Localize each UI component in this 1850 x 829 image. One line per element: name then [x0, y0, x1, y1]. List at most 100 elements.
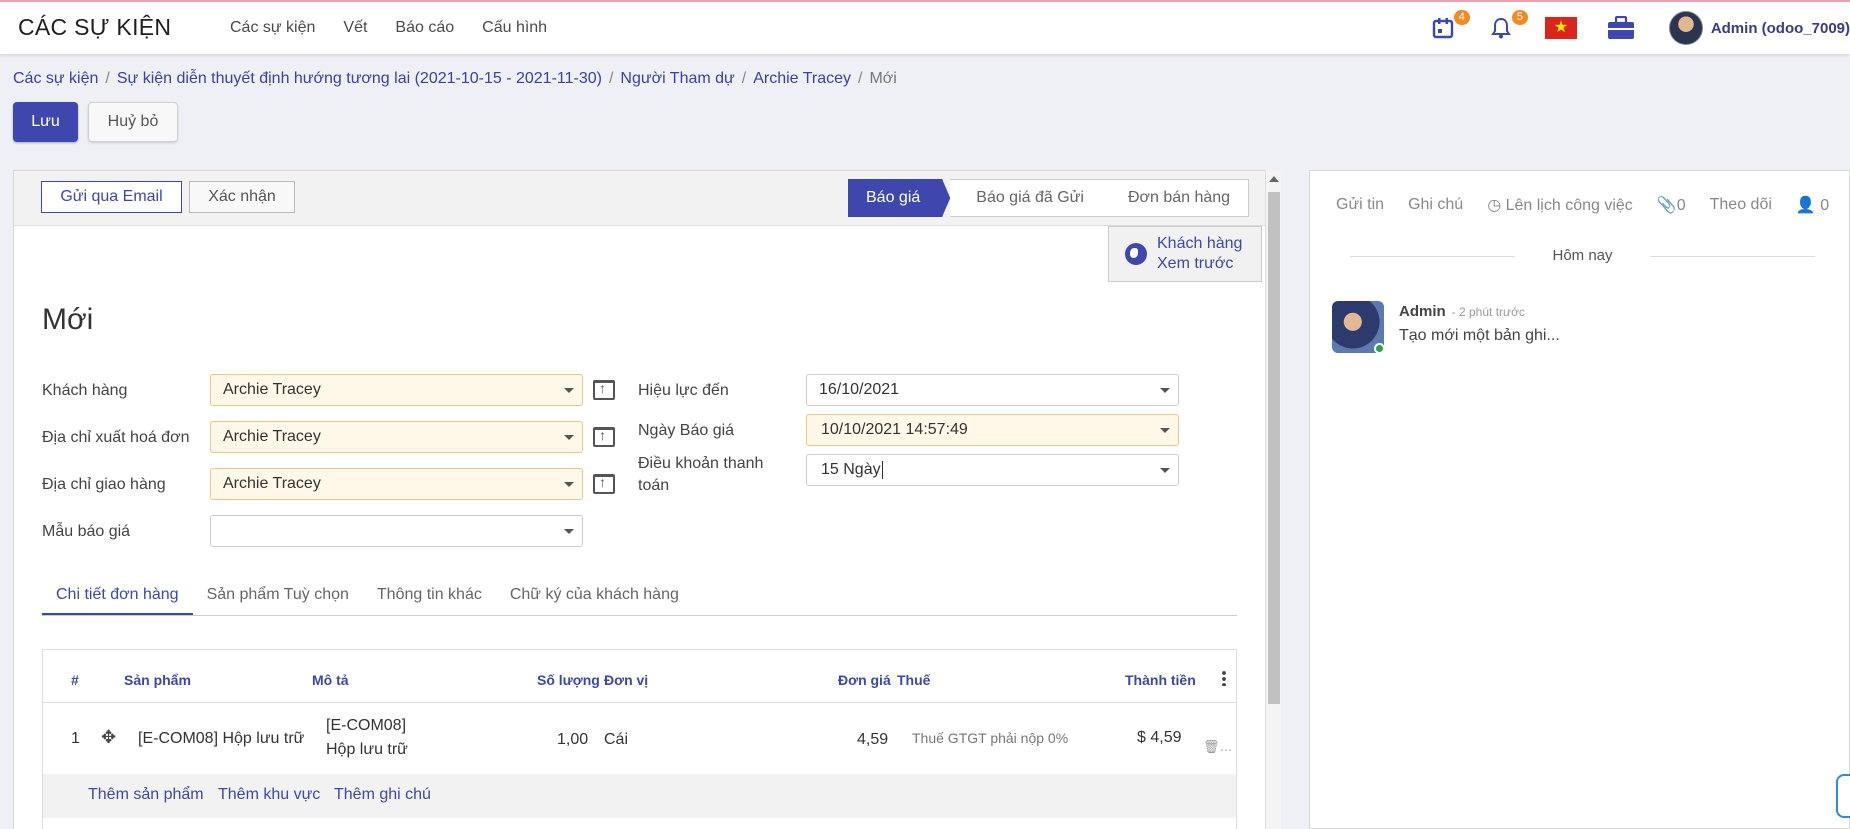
user-avatar — [1668, 11, 1703, 45]
delivery-address-input[interactable]: Archie Tracey — [210, 468, 583, 500]
breadcrumb-attendee[interactable]: Archie Tracey — [753, 70, 851, 87]
row-description-1[interactable]: [E-COM08] — [326, 714, 406, 738]
quotation-date-input[interactable]: 10/10/2021 14:57:49 — [806, 414, 1179, 446]
globe-icon — [1125, 243, 1147, 265]
schedule-activity-button[interactable]: ◷ Lên lịch công việc — [1487, 195, 1633, 215]
chevron-down-icon[interactable] — [564, 482, 574, 487]
chevron-down-icon[interactable] — [1160, 468, 1170, 473]
stage-sales-order[interactable]: Đơn bán hàng — [1101, 179, 1250, 217]
menu-reports[interactable]: Báo cáo — [395, 19, 454, 37]
form-sheet: Gửi qua Email Xác nhận Báo giá Báo giá đ… — [13, 170, 1281, 829]
message-body: Tạo mới một bản ghi... — [1399, 327, 1560, 344]
author-name[interactable]: Admin — [1399, 303, 1446, 320]
template-input[interactable] — [210, 515, 583, 547]
table-header: # Sản phẩm Mô tả Số lượng Đơn vị Đơn giá… — [43, 650, 1236, 703]
discard-button[interactable]: Huỷ bỏ — [88, 102, 178, 142]
table-row[interactable]: 1 ✥ [E-COM08] Hộp lưu trữ [E-COM08] Hộp … — [43, 704, 1236, 774]
scroll-up-icon[interactable] — [1269, 176, 1279, 182]
col-description[interactable]: Mô tả — [312, 672, 349, 688]
breadcrumb-events[interactable]: Các sự kiện — [13, 70, 98, 87]
row-taxes[interactable]: Thuế GTGT phải nộp 0% — [912, 726, 1068, 750]
schedule-label: Lên lịch công việc — [1505, 197, 1633, 214]
vietnam-flag-icon[interactable]: ★ — [1544, 17, 1577, 39]
breadcrumb-attendees[interactable]: Người Tham dự — [620, 70, 734, 87]
delivery-address-label: Địa chỉ giao hàng — [42, 476, 166, 493]
menu-tracks[interactable]: Vết — [343, 19, 367, 37]
validity-input[interactable]: 16/10/2021 — [806, 374, 1179, 406]
followers-count: 0 — [1820, 197, 1830, 214]
chevron-down-icon[interactable] — [564, 388, 574, 393]
customer-external-link-icon[interactable] — [593, 380, 615, 400]
col-product[interactable]: Sản phẩm — [124, 672, 191, 688]
customer-label: Khách hàng — [42, 382, 128, 399]
user-menu[interactable]: Admin (odoo_7009) — [1668, 11, 1850, 45]
chevron-down-icon[interactable] — [564, 529, 574, 534]
attachments-button[interactable]: 📎0 — [1657, 195, 1686, 215]
app-title[interactable]: CÁC SỰ KIỆN — [18, 14, 171, 41]
divider — [1650, 256, 1815, 257]
bell-icon[interactable]: 5 — [1487, 10, 1528, 42]
col-quantity[interactable]: Số lượng — [537, 672, 600, 688]
row-uom[interactable]: Cái — [604, 728, 628, 752]
delivery-address-external-link-icon[interactable] — [593, 474, 615, 494]
row-seq: 1 — [71, 730, 80, 747]
drag-handle-icon[interactable]: ✥ — [101, 725, 116, 749]
delivery-address-value: Archie Tracey — [223, 475, 321, 492]
col-uom[interactable]: Đơn vị — [604, 672, 648, 688]
send-email-button[interactable]: Gửi qua Email — [41, 181, 182, 213]
add-section-link[interactable]: Thêm khu vực — [218, 786, 320, 804]
message-author: Admin - 2 phút trước — [1399, 303, 1525, 320]
col-taxes[interactable]: Thuế — [897, 672, 930, 688]
add-product-link[interactable]: Thêm sản phẩm — [88, 786, 204, 804]
row-unit-price[interactable]: 4,59 — [857, 728, 888, 752]
col-unit-price[interactable]: Đơn giá — [838, 672, 891, 688]
tab-optional-products[interactable]: Sản phẩm Tuỳ chọn — [193, 576, 363, 615]
trash-icon[interactable]: 🗑… — [1203, 739, 1233, 755]
add-note-link[interactable]: Thêm ghi chú — [334, 786, 431, 804]
customer-preview-button[interactable]: Khách hàng Xem trước — [1108, 226, 1262, 282]
tab-order-lines[interactable]: Chi tiết đơn hàng — [42, 576, 193, 615]
quotation-date-label: Ngày Báo giá — [638, 422, 735, 439]
online-status-icon — [1374, 343, 1385, 354]
chevron-down-icon[interactable] — [564, 435, 574, 440]
customer-input[interactable]: Archie Tracey — [210, 374, 583, 406]
col-seq[interactable]: # — [71, 672, 79, 688]
tab-other-info[interactable]: Thông tin khác — [363, 576, 496, 615]
stage-quotation[interactable]: Báo giá — [848, 179, 951, 217]
payment-terms-input[interactable]: 15 Ngày — [806, 454, 1179, 486]
user-name: Admin (odoo_7009) — [1710, 19, 1850, 37]
customer-value: Archie Tracey — [223, 381, 321, 398]
scroll-thumb[interactable] — [1268, 192, 1280, 704]
template-label: Mẫu báo giá — [42, 523, 131, 540]
col-subtotal[interactable]: Thành tiền — [1125, 672, 1196, 688]
follow-button[interactable]: Theo dõi — [1710, 196, 1772, 214]
briefcase-icon[interactable] — [1607, 14, 1635, 42]
stage-quotation-sent[interactable]: Báo giá đã Gửi — [950, 179, 1102, 217]
breadcrumb: Các sự kiện / Sự kiện diễn thuyết định hướ… — [13, 70, 897, 87]
activity-calendar-icon[interactable]: 4 — [1429, 10, 1470, 42]
log-note-button[interactable]: Ghi chú — [1408, 196, 1463, 214]
user-icon: 👤 — [1795, 197, 1821, 214]
menu-configuration[interactable]: Cấu hình — [482, 19, 547, 37]
chevron-down-icon[interactable] — [1160, 388, 1170, 393]
form-scrollbar[interactable] — [1265, 170, 1281, 829]
row-product[interactable]: [E-COM08] Hộp lưu trữ — [138, 727, 304, 751]
activity-badge: 4 — [1453, 10, 1470, 25]
menu-events[interactable]: Các sự kiện — [230, 19, 315, 37]
followers-button[interactable]: 👤 0 — [1796, 195, 1829, 215]
chevron-down-icon[interactable] — [1160, 428, 1170, 433]
main-menu: Các sự kiện Vết Báo cáo Cấu hình — [230, 19, 547, 37]
invoice-address-input[interactable]: Archie Tracey — [210, 421, 583, 453]
tab-customer-signature[interactable]: Chữ ký của khách hàng — [496, 576, 693, 615]
send-message-button[interactable]: Gửi tin — [1336, 196, 1384, 214]
side-widget-icon[interactable] — [1836, 774, 1850, 818]
confirm-button[interactable]: Xác nhận — [189, 181, 295, 213]
breadcrumb-event[interactable]: Sự kiện diễn thuyết định hướng tương lai… — [117, 70, 602, 87]
invoice-address-external-link-icon[interactable] — [593, 427, 615, 447]
save-button[interactable]: Lưu — [13, 102, 78, 142]
row-description-2[interactable]: Hộp lưu trữ — [326, 738, 408, 762]
preview-line2: Xem trước — [1157, 255, 1234, 272]
row-quantity[interactable]: 1,00 — [557, 728, 588, 752]
kebab-menu-icon[interactable] — [1222, 670, 1226, 686]
add-line-row: Thêm sản phẩm Thêm khu vực Thêm ghi chú — [43, 774, 1236, 818]
